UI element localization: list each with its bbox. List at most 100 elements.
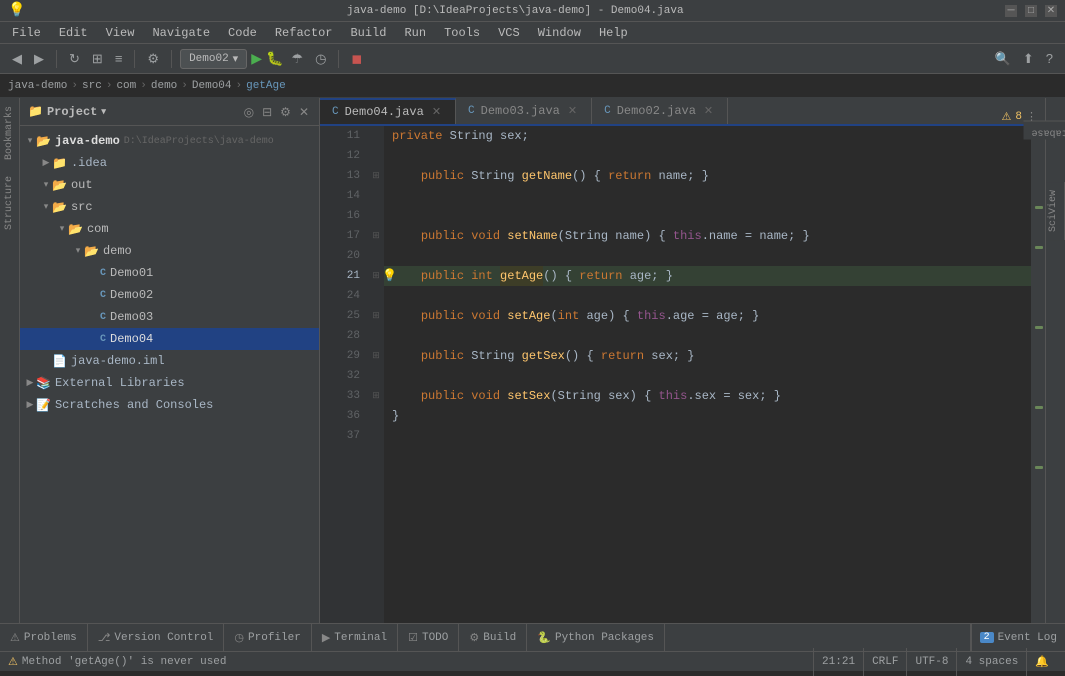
breadcrumb-demo04[interactable]: Demo04 [192,80,232,92]
code-editor[interactable]: private String sex; public String getNam… [384,126,1031,623]
toolbar-tree-button[interactable]: ≡ [111,49,127,68]
fold-25[interactable]: ⊞ [368,306,384,326]
profile-button[interactable]: ◷ [311,49,330,69]
menu-tools[interactable]: Tools [436,24,488,42]
build-button[interactable]: ⚙ Build [459,624,527,652]
fold-13[interactable]: ⊞ [368,166,384,186]
terminal-button[interactable]: ▶ Terminal [312,624,398,652]
tab-demo03-close[interactable]: ✕ [566,104,579,118]
toolbar-sync-button[interactable]: ↻ [65,49,84,69]
python-icon: 🐍 [537,631,551,645]
menu-window[interactable]: Window [530,24,589,42]
menu-run[interactable]: Run [396,24,434,42]
update-button[interactable]: ⬆ [1019,49,1038,69]
breadcrumb-src[interactable]: src [82,80,102,92]
tree-item-demo02[interactable]: C Demo02 [20,284,319,306]
tab-demo04-close[interactable]: ✕ [430,105,443,119]
tree-item-demo04[interactable]: C Demo04 [20,328,319,350]
code-line-37 [384,426,1031,446]
breadcrumb-java-demo[interactable]: java-demo [8,80,67,92]
tree-item-out[interactable]: ▾ 📂 out [20,174,319,196]
warnings-status[interactable]: 🔔 [1026,648,1057,676]
tab-demo02-close[interactable]: ✕ [702,104,715,118]
menu-refactor[interactable]: Refactor [267,24,341,42]
breadcrumb-getage[interactable]: getAge [246,80,286,92]
panel-collapse-button[interactable]: ⊟ [260,103,274,121]
coverage-button[interactable]: ☂ [287,49,307,69]
tree-item-iml[interactable]: 📄 java-demo.iml [20,350,319,372]
tree-item-idea[interactable]: ▶ 📁 .idea [20,152,319,174]
database-tab[interactable]: Database [1023,121,1065,140]
todo-button[interactable]: ☑ TODO [398,624,459,652]
scm-tab[interactable]: SciView [1046,182,1065,240]
src-folder-icon: 📂 [52,200,67,215]
tab-demo03[interactable]: C Demo03.java ✕ [456,98,592,124]
python-packages-button[interactable]: 🐍 Python Packages [527,624,665,652]
debug-button[interactable]: 🐛 [266,50,283,67]
tab-demo02[interactable]: C Demo02.java ✕ [592,98,728,124]
run-button[interactable]: ▶ [251,50,262,67]
toolbar-structure-button[interactable]: ⊞ [88,49,107,69]
toolbar-separator-2 [134,50,135,68]
structure-tab[interactable]: Structure [2,168,17,238]
fold-11[interactable] [368,126,384,146]
fold-17[interactable]: ⊞ [368,226,384,246]
maximize-button[interactable]: □ [1025,5,1037,17]
cursor-position[interactable]: 21:21 [813,648,863,676]
menu-code[interactable]: Code [220,24,265,42]
code-line-17: public void setName(String name) { this.… [384,226,1031,246]
tree-label-scratches: Scratches and Consoles [55,398,213,412]
minimize-button[interactable]: ─ [1005,5,1017,17]
search-everywhere-button[interactable]: 🔍 [991,49,1015,69]
toolbar-forward-button[interactable]: ▶ [30,49,48,69]
tree-item-src[interactable]: ▾ 📂 src [20,196,319,218]
bookmarks-tab[interactable]: Bookmarks [2,98,17,168]
tree-label-demo04: Demo04 [110,332,153,346]
bulb-icon[interactable]: 💡 [384,266,397,286]
menu-edit[interactable]: Edit [51,24,96,42]
problems-button[interactable]: ⚠ Problems [0,624,88,652]
panel-close-button[interactable]: ✕ [297,103,311,121]
tree-label-demo02: Demo02 [110,288,153,302]
tree-item-demo01[interactable]: C Demo01 [20,262,319,284]
tree-item-scratches[interactable]: ▶ 📝 Scratches and Consoles [20,394,319,416]
build-label: Build [483,632,516,644]
menu-build[interactable]: Build [342,24,394,42]
menu-file[interactable]: File [4,24,49,42]
iml-file-icon: 📄 [52,354,67,369]
fold-33[interactable]: ⊞ [368,386,384,406]
indent-setting[interactable]: 4 spaces [956,648,1026,676]
version-control-button[interactable]: ⎇ Version Control [88,624,225,652]
toolbar-settings-button[interactable]: ⚙ [143,49,163,69]
fold-21[interactable]: ⊞ [368,266,384,286]
tree-label-src: src [71,200,93,214]
tree-item-demo[interactable]: ▾ 📂 demo [20,240,319,262]
panel-settings-button[interactable]: ⚙ [278,103,293,121]
folder-icon: 📁 [28,104,43,119]
tree-item-demo03[interactable]: C Demo03 [20,306,319,328]
menu-vcs[interactable]: VCS [490,24,528,42]
gutter-marker-3 [1035,246,1043,249]
breadcrumb-demo[interactable]: demo [151,80,177,92]
encoding[interactable]: UTF-8 [906,648,956,676]
profiler-button[interactable]: ◷ Profiler [224,624,311,652]
menu-help[interactable]: Help [591,24,636,42]
arrow-icon: ▾ [40,180,52,190]
line-ending[interactable]: CRLF [863,648,906,676]
tab-demo04[interactable]: C Demo04.java ✕ [320,98,456,124]
menu-navigate[interactable]: Navigate [144,24,218,42]
close-button[interactable]: ✕ [1045,5,1057,17]
tree-item-root[interactable]: ▾ 📂 java-demo D:\IdeaProjects\java-demo [20,130,319,152]
stop-button[interactable]: ◼ [347,49,366,69]
panel-locate-button[interactable]: ◎ [242,103,256,121]
panel-title-label: Project [47,105,97,119]
breadcrumb-com[interactable]: com [116,80,136,92]
tree-item-com[interactable]: ▾ 📂 com [20,218,319,240]
help-button[interactable]: ? [1042,49,1057,68]
toolbar-back-button[interactable]: ◀ [8,49,26,69]
tree-item-ext-libs[interactable]: ▶ 📚 External Libraries [20,372,319,394]
run-config-selector[interactable]: Demo02 ▾ [180,49,247,69]
fold-29[interactable]: ⊞ [368,346,384,366]
menu-view[interactable]: View [98,24,143,42]
fold-24 [368,286,384,306]
